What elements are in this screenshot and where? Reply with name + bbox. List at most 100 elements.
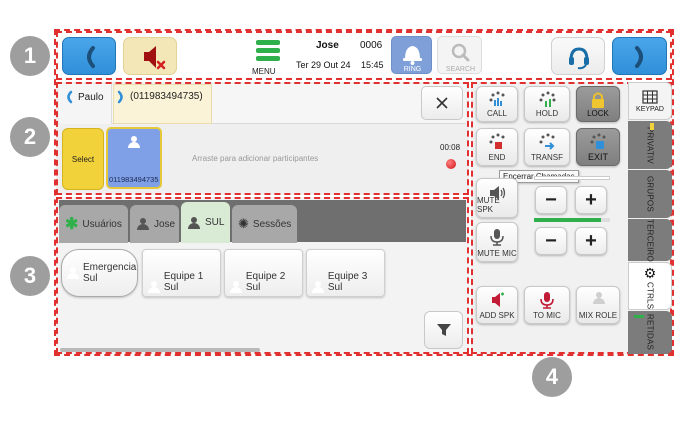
exit-button[interactable]: EXIT [576,128,620,166]
hamburger-icon [256,40,280,61]
asterisk-icon: ✱ [65,216,79,233]
lock-button[interactable]: LOCK [576,86,620,122]
bell-icon [403,46,422,65]
side-tab-grupos[interactable]: GRUPOS [628,170,672,218]
speaker-mute-button[interactable] [123,37,177,75]
participant-avatar-icon [127,136,143,150]
hangup-call-button[interactable] [612,37,667,75]
hold-label: HOLD [535,109,559,118]
search-label: SEARCH [445,66,476,73]
side-tab-ctrls[interactable]: ⚙ CTRLS [628,262,672,310]
tab-jose-label: Jose [154,218,176,230]
participant-tile[interactable]: 011983494735 [106,127,162,189]
call-icon [489,91,505,106]
to-mic-label: TO MIC [533,311,561,320]
group-equipe-1-sul[interactable]: Equipe 1 Sul [142,249,221,297]
mix-role-button[interactable]: MIX ROLE [576,286,620,324]
side-tab-retidas[interactable]: RETIDAS [628,311,672,354]
callout-3: 3 [10,256,50,296]
add-speaker-label: ADD SPK [479,311,515,320]
mute-mic-button[interactable]: MUTE MIC [476,222,518,262]
headset-button[interactable] [551,37,605,75]
group-emergencia-sul[interactable]: Emergencia Sul [61,249,138,297]
transfer-icon [539,133,555,150]
call-button[interactable]: CALL [476,86,518,122]
call-tab-contact[interactable]: Paulo [60,84,112,124]
answer-call-button[interactable] [62,37,116,75]
call-label: CALL [486,109,507,118]
ring-label: RING [403,66,422,73]
gear-icon: ⚙ [643,265,657,281]
callout-4: 4 [532,357,572,397]
group-equipe-2-sul[interactable]: Equipe 2 Sul [224,249,303,297]
end-call-icon [489,133,505,149]
phone-icon [117,90,123,104]
speaker-volume-up-button[interactable]: + [575,186,607,214]
grupos-label: GRUPOS [645,176,655,212]
time-display: 15:45 [361,60,384,70]
phone-handset-icon [87,46,95,68]
group-equipe-3-sul[interactable]: Equipe 3 Sul [306,249,385,297]
extension-number: 0006 [360,40,383,51]
person-icon [147,281,161,293]
search-icon [451,43,470,62]
mute-mic-label: MUTE MIC [477,249,517,258]
tab-sul-label: SUL [205,217,225,228]
mic-volume-up-button[interactable]: + [575,227,607,255]
tab-usuarios[interactable]: ✱ Usuários [59,205,128,243]
phone-handset-icon [635,46,643,68]
mix-role-label: MIX ROLE [578,311,618,320]
person-icon [66,267,80,279]
tab-sul[interactable]: SUL [181,202,230,243]
terceiro-label: TERCEIRO [645,218,655,262]
mic-volume-down-button[interactable]: − [535,227,567,255]
call-tab-number: (011983494735) [130,91,203,102]
headset-icon [569,47,589,70]
date-display: Ter 29 Out 24 [296,60,351,70]
filter-icon [436,324,451,336]
group-equipe-2-label: Equipe 2 Sul [245,271,286,293]
mic-volume-level [534,218,601,222]
speaker-volume-down-button[interactable]: − [535,186,567,214]
end-button[interactable]: END [476,128,518,166]
side-tab-terceiro[interactable]: TERCEIRO [628,219,672,261]
mute-speaker-button[interactable]: MUTE SPK [476,178,518,218]
search-button[interactable]: SEARCH [437,36,482,74]
end-label: END [488,153,506,162]
mic-volume-bar [534,218,610,222]
hold-button[interactable]: HOLD [524,86,570,122]
horizontal-scrollbar[interactable] [60,348,260,352]
menu-button[interactable]: MENU [252,38,282,76]
side-tab-keypad[interactable]: KEYPAD [628,82,672,120]
privativ-indicator-icon [650,123,654,130]
ctrls-label: CTRLS [645,282,655,310]
user-name: Jose [316,40,339,51]
close-icon [436,97,448,109]
speaker-volume-track [534,176,610,180]
tab-sessoes-label: Sessões [252,218,292,230]
keypad-icon [642,89,658,104]
to-mic-button[interactable]: TO MIC [524,286,570,324]
tab-sessoes[interactable]: ✺ Sessões [232,205,297,243]
add-speaker-button[interactable]: ADD SPK [476,286,518,324]
speaker-muted-icon [144,46,166,70]
call-tab-active[interactable]: (011983494735) [113,84,212,124]
ring-button[interactable]: RING [391,36,432,74]
microphone-icon [540,292,554,309]
gear-icon: ✺ [238,216,249,231]
people-icon [187,216,201,229]
tab-usuarios-label: Usuários [82,218,122,230]
close-call-tab-button[interactable] [421,86,463,120]
tab-jose[interactable]: Jose [130,205,179,243]
drag-participants-hint: Arraste para adicionar participantes [192,154,319,163]
transfer-button[interactable]: TRANSF [524,128,570,166]
callout-2: 2 [10,117,50,157]
filter-button[interactable] [424,311,463,349]
hold-icon [539,91,556,107]
side-tab-privativ[interactable]: PRIVATIV [628,121,672,169]
group-emergencia-label-1: Emergencia [83,262,137,273]
select-button[interactable]: Select [62,128,104,190]
select-label: Select [71,154,95,164]
recording-indicator-icon [446,159,456,169]
lock-label: LOCK [587,109,609,118]
